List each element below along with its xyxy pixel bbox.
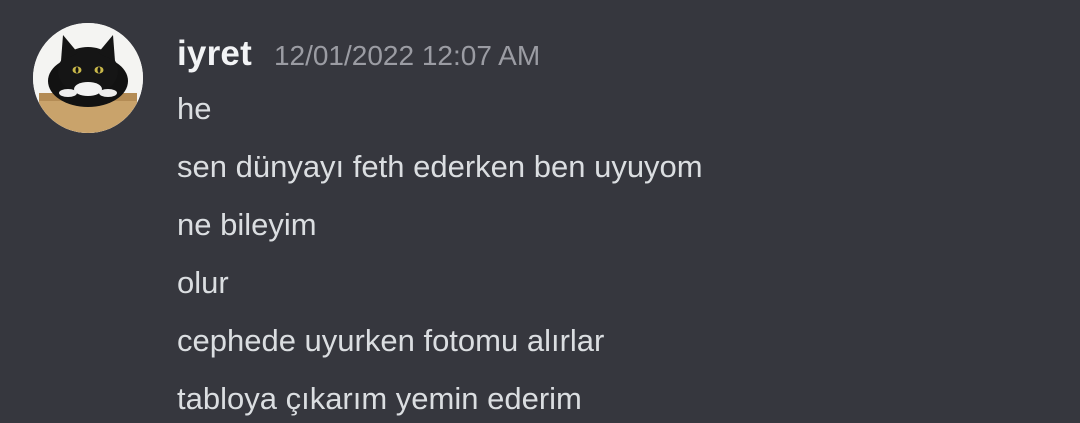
message-line: ne bileyim: [177, 207, 317, 242]
message-line: cephede uyurken fotomu alırlar: [177, 323, 605, 358]
message-header: iyret 12/01/2022 12:07 AM: [177, 32, 540, 76]
message-timestamp: 12/01/2022 12:07 AM: [273, 40, 541, 71]
user-avatar[interactable]: [33, 23, 143, 133]
message-line: sen dünyayı feth ederken ben uyuyom: [177, 149, 703, 184]
cat-in-box-avatar-icon: [33, 23, 143, 133]
chat-message: iyret 12/01/2022 12:07 AM he sen dünyayı…: [0, 0, 1080, 423]
message-line: olur: [177, 265, 229, 300]
message-line: he: [177, 91, 212, 126]
username[interactable]: iyret: [177, 32, 252, 76]
message-lines: he sen dünyayı feth ederken ben uyuyom n…: [177, 86, 703, 423]
message-line: tabloya çıkarım yemin ederim: [177, 381, 582, 416]
